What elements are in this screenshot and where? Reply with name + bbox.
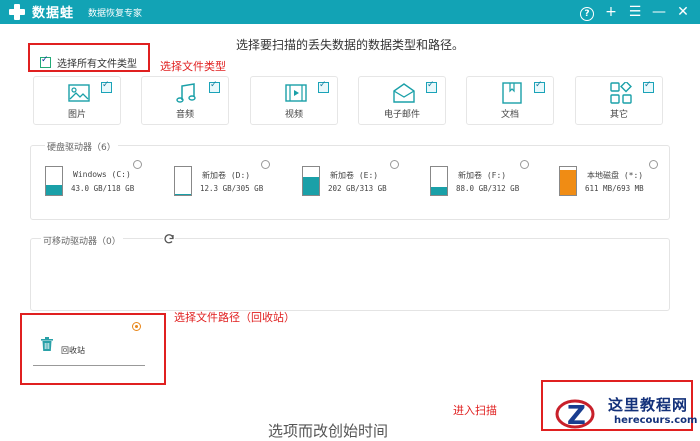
- drive-icon: [174, 166, 192, 196]
- file-type-check[interactable]: [209, 80, 220, 93]
- title-bar: 数据蛙 数据恢复专家 ? + ☰ — ✕: [0, 0, 700, 24]
- drive-radio[interactable]: [261, 160, 270, 169]
- help-icon[interactable]: ?: [576, 3, 598, 21]
- annotation-file-type: 选择文件类型: [160, 60, 226, 73]
- watermark-url: herecours.com: [614, 415, 698, 426]
- drive-item[interactable]: 新加卷 (F:) 88.0 GB/312 GB: [430, 164, 545, 209]
- file-type-check[interactable]: [534, 80, 545, 93]
- removable-drive-section: 可移动驱动器（0）: [30, 233, 670, 311]
- drive-icon: [302, 166, 320, 196]
- file-type-card-email[interactable]: 电子邮件: [358, 76, 446, 125]
- recycle-bin-radio[interactable]: [132, 322, 141, 331]
- image-icon: [68, 84, 90, 102]
- email-icon: [393, 83, 415, 103]
- hard-drive-section: 硬盘驱动器（6） Windows (C:) 43.0 GB/118 GB 新加卷…: [30, 140, 670, 220]
- drive-radio[interactable]: [133, 160, 142, 169]
- menu-icon[interactable]: ☰: [624, 3, 646, 21]
- file-type-check[interactable]: [426, 80, 437, 93]
- file-type-card-document[interactable]: 文档: [466, 76, 554, 125]
- drive-name: 本地磁盘 (*:): [587, 171, 644, 180]
- drive-icon: [45, 166, 63, 196]
- drive-name: 新加卷 (D:): [202, 171, 251, 180]
- file-type-label: 音频: [175, 110, 194, 120]
- file-type-card-other[interactable]: 其它: [575, 76, 663, 125]
- drive-name: 新加卷 (F:): [458, 171, 507, 180]
- drive-radio[interactable]: [520, 160, 529, 169]
- music-icon: [176, 83, 196, 103]
- drive-item[interactable]: 本地磁盘 (*:) 611 MB/693 MB: [559, 164, 674, 209]
- window-controls: ? + ☰ — ✕: [574, 3, 694, 21]
- app-logo: 数据蛙: [8, 2, 74, 21]
- drive-icon: [430, 166, 448, 196]
- file-type-check[interactable]: [101, 80, 112, 93]
- drive-size: 611 MB/693 MB: [585, 184, 644, 193]
- select-all-check-icon[interactable]: [40, 55, 51, 68]
- refresh-icon[interactable]: [163, 233, 175, 245]
- svg-text:Z: Z: [567, 401, 586, 431]
- trash-icon: [41, 337, 53, 351]
- file-type-card-image[interactable]: 图片: [33, 76, 121, 125]
- drive-size: 43.0 GB/118 GB: [71, 184, 135, 193]
- hard-drive-title: 硬盘驱动器（6）: [45, 140, 118, 153]
- plus-icon[interactable]: +: [600, 3, 622, 21]
- file-type-label: 其它: [609, 110, 628, 120]
- drive-item[interactable]: 新加卷 (E:) 202 GB/313 GB: [302, 164, 417, 209]
- drive-item[interactable]: 新加卷 (D:) 12.3 GB/305 GB: [174, 164, 289, 209]
- file-type-label: 电子邮件: [383, 110, 420, 120]
- select-all-label: 选择所有文件类型: [57, 59, 137, 70]
- drive-name: Windows (C:): [73, 170, 131, 179]
- recycle-bin-label: 回收站: [61, 346, 85, 355]
- file-type-card-audio[interactable]: 音频: [141, 76, 229, 125]
- app-name: 数据蛙: [32, 6, 75, 21]
- minimize-icon[interactable]: —: [648, 3, 670, 21]
- drive-name: 新加卷 (E:): [330, 171, 379, 180]
- removable-drive-title: 可移动驱动器（0）: [41, 234, 123, 247]
- drive-radio[interactable]: [649, 160, 658, 169]
- file-type-check[interactable]: [643, 80, 654, 93]
- bottom-partial-text: 选项而改创始时间: [268, 422, 389, 440]
- file-type-card-video[interactable]: 视频: [250, 76, 338, 125]
- drive-item[interactable]: Windows (C:) 43.0 GB/118 GB: [45, 164, 160, 209]
- select-all-checkbox[interactable]: 选择所有文件类型: [40, 55, 137, 70]
- app-tagline: 数据恢复专家: [88, 9, 143, 19]
- page-instruction: 选择要扫描的丢失数据的数据类型和路径。: [235, 38, 464, 52]
- file-type-label: 图片: [67, 110, 86, 120]
- drive-radio[interactable]: [390, 160, 399, 169]
- drive-icon: [559, 166, 577, 196]
- watermark-logo-icon: Z: [555, 399, 595, 431]
- logo-cross-icon: [8, 3, 26, 21]
- close-icon[interactable]: ✕: [672, 3, 694, 21]
- video-icon: [285, 84, 307, 102]
- watermark-title: 这里教程网: [608, 396, 689, 414]
- file-type-label: 文档: [500, 110, 519, 120]
- other-icon: [610, 82, 632, 104]
- recycle-bin-item[interactable]: 回收站: [33, 330, 145, 366]
- annotation-enter-scan: 进入扫描: [453, 404, 497, 417]
- drive-size: 12.3 GB/305 GB: [200, 184, 264, 193]
- file-type-label: 视频: [284, 110, 303, 120]
- annotation-file-path: 选择文件路径（回收站）: [174, 311, 295, 324]
- drive-size: 202 GB/313 GB: [328, 184, 387, 193]
- file-type-grid: 图片 音频 视频 电子邮件 文档: [0, 76, 700, 126]
- file-type-check[interactable]: [318, 80, 329, 93]
- document-icon: [502, 82, 522, 104]
- drive-size: 88.0 GB/312 GB: [456, 184, 520, 193]
